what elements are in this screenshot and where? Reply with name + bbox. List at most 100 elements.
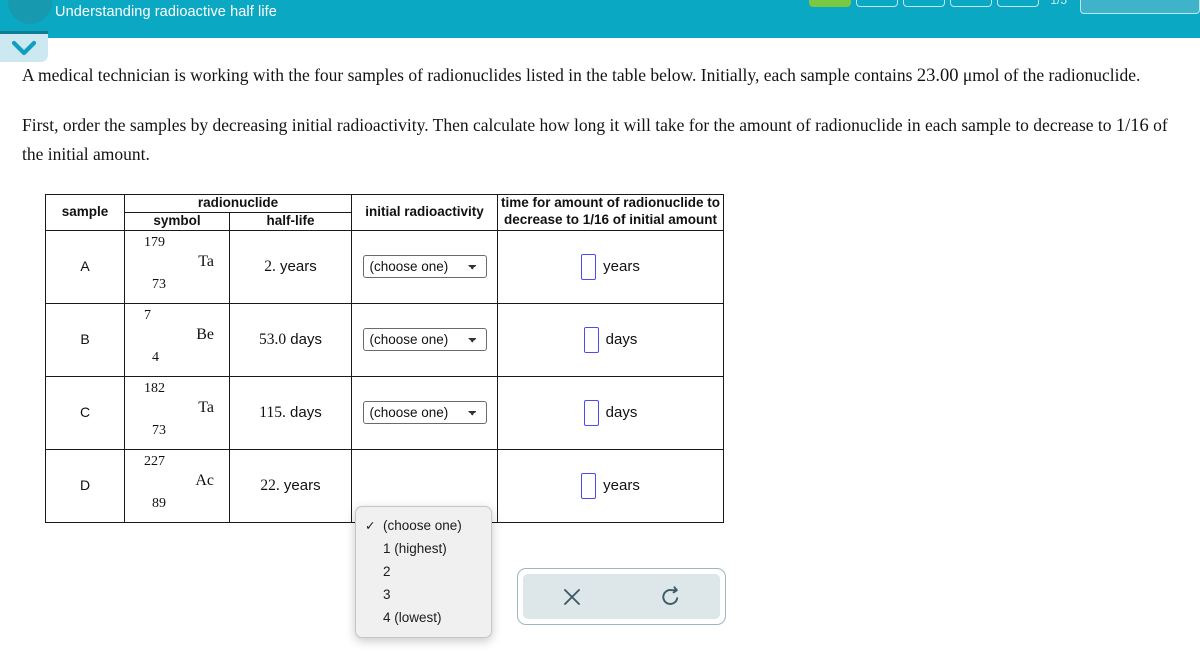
sample-label: C: [79, 403, 91, 420]
cell-initial-radioactivity-a: (choose one) 1 (highest) 2 3 4 (lowest): [351, 229, 498, 304]
reset-button[interactable]: [622, 574, 721, 619]
cell-sample-a: A: [45, 229, 125, 304]
dropdown-option-label: 4 (lowest): [383, 610, 442, 625]
table-head: sample radionuclide initial radioactivit…: [45, 193, 724, 231]
cell-time-b: days: [497, 302, 724, 377]
cell-time-a: years: [497, 229, 724, 304]
dropdown-option-choose-one[interactable]: ✓ (choose one): [356, 514, 491, 537]
undo-refresh-icon: [662, 585, 678, 605]
cell-symbol-a: 179 73 Ta: [124, 229, 230, 304]
progress-count: 1/5: [1050, 0, 1067, 7]
isotope-notation: 182 73 Ta: [138, 381, 216, 439]
rank-select-b[interactable]: (choose one) 1 (highest) 2 3 4 (lowest): [362, 328, 487, 351]
table-row: B 7 4 Be 53.0 days (choose one) days: [45, 302, 724, 377]
paragraph-1-text-a: A medical technician is working with the…: [22, 65, 917, 85]
cell-sample-d: D: [45, 448, 125, 523]
cell-sample-b: B: [45, 302, 125, 377]
radionuclide-table-wrapper: sample radionuclide initial radioactivit…: [45, 193, 1200, 523]
half-life-unit: days: [290, 330, 322, 348]
atomic-number: 73: [152, 423, 166, 438]
element-symbol: Ta: [198, 399, 214, 416]
progress-indicator: 1/5: [809, 0, 1067, 7]
mass-number: 227: [144, 454, 165, 469]
cell-symbol-d: 227 89 Ac: [124, 448, 230, 523]
cell-time-d: years: [497, 448, 724, 523]
header-half-life: half-life: [229, 211, 352, 231]
answer-input-d[interactable]: [581, 472, 597, 499]
half-life-value: 115.: [259, 403, 286, 421]
isotope-notation: 227 89 Ac: [138, 454, 216, 512]
clear-button[interactable]: [523, 574, 622, 619]
dropdown-option-label: 1 (highest): [383, 541, 447, 556]
close-x-icon: [564, 588, 581, 605]
paragraph-1-text-b: of the radionuclide.: [999, 65, 1141, 85]
header-sample: sample: [45, 193, 125, 231]
mass-number: 182: [144, 381, 165, 396]
question-paragraph-2: First, order the samples by decreasing i…: [22, 112, 1178, 167]
progress-pip-3: [903, 0, 946, 7]
mass-number: 179: [144, 235, 165, 250]
question-content: A medical technician is working with the…: [0, 62, 1200, 523]
initial-amount-value: 23.00: [916, 66, 959, 86]
isotope-notation: 7 4 Be: [138, 308, 216, 366]
answer-unit-a: years: [603, 258, 640, 275]
half-life-value: 2.: [264, 257, 276, 275]
cell-sample-c: C: [45, 375, 125, 450]
rank-dropdown-menu[interactable]: ✓ (choose one) 1 (highest) 2 3 4 (lowest…: [355, 506, 492, 638]
table-body: A 179 73 Ta 2. years (choose one) years …: [45, 229, 724, 523]
half-life-value: 22.: [260, 476, 280, 494]
atomic-number: 4: [152, 350, 159, 365]
cell-half-life-b: 53.0 days: [229, 302, 352, 377]
app-header: Understanding radioactive half life 1/5: [0, 0, 1200, 38]
atomic-number: 73: [152, 277, 166, 292]
dropdown-option-label: 3: [383, 587, 391, 602]
dropdown-option-1[interactable]: 1 (highest): [356, 537, 491, 560]
element-symbol: Ac: [195, 472, 214, 489]
progress-pip-4: [950, 0, 993, 7]
header-radionuclide: radionuclide: [124, 193, 352, 213]
cell-symbol-c: 182 73 Ta: [124, 375, 230, 450]
table-row: C 182 73 Ta 115. days (choose one) days: [45, 375, 724, 450]
sample-label: D: [79, 476, 91, 493]
element-symbol: Ta: [198, 253, 214, 270]
dropdown-option-3[interactable]: 3: [356, 583, 491, 606]
cell-initial-radioactivity-c: (choose one) 1 (highest) 2 3 4 (lowest): [351, 375, 498, 450]
answer-action-panel: [517, 568, 726, 625]
cell-time-c: days: [497, 375, 724, 450]
sample-label: A: [80, 257, 90, 274]
cell-initial-radioactivity-b: (choose one) 1 (highest) 2 3 4 (lowest): [351, 302, 498, 377]
answer-unit-d: years: [603, 477, 640, 494]
initial-amount-unit: μmol: [958, 65, 1000, 85]
table-header-row-1: sample radionuclide initial radioactivit…: [45, 193, 724, 231]
header-initial-radioactivity: initial radioactivity: [351, 193, 498, 231]
dropdown-option-label: 2: [383, 564, 391, 579]
sample-label: B: [80, 330, 90, 347]
progress-pip-5: [997, 0, 1040, 7]
half-life-unit: days: [290, 403, 322, 421]
progress-pip-1: [809, 0, 852, 7]
table-row: A 179 73 Ta 2. years (choose one) years: [45, 229, 724, 304]
progress-pip-2: [856, 0, 899, 7]
rank-select-a[interactable]: (choose one) 1 (highest) 2 3 4 (lowest): [362, 255, 487, 278]
radionuclide-table: sample radionuclide initial radioactivit…: [45, 193, 724, 523]
dropdown-option-label: (choose one): [383, 518, 462, 533]
header-action-button[interactable]: [1080, 0, 1200, 14]
target-fraction: 1/16: [1115, 115, 1149, 136]
collapse-panel-tab[interactable]: [0, 31, 48, 62]
check-icon: ✓: [365, 519, 376, 533]
mass-number: 7: [144, 308, 151, 323]
cell-half-life-c: 115. days: [229, 375, 352, 450]
cell-half-life-a: 2. years: [229, 229, 352, 304]
half-life-unit: years: [283, 476, 321, 494]
dropdown-option-4[interactable]: 4 (lowest): [356, 606, 491, 629]
answer-input-a[interactable]: [581, 253, 597, 280]
menu-button[interactable]: [8, 0, 52, 24]
isotope-notation: 179 73 Ta: [138, 235, 216, 293]
half-life-unit: years: [280, 257, 317, 275]
question-paragraph-1: A medical technician is working with the…: [22, 62, 1178, 91]
rank-select-c[interactable]: (choose one) 1 (highest) 2 3 4 (lowest): [362, 401, 487, 424]
chevron-down-icon: [11, 40, 37, 56]
dropdown-option-2[interactable]: 2: [356, 560, 491, 583]
answer-input-c[interactable]: [583, 399, 599, 426]
answer-input-b[interactable]: [583, 326, 599, 353]
